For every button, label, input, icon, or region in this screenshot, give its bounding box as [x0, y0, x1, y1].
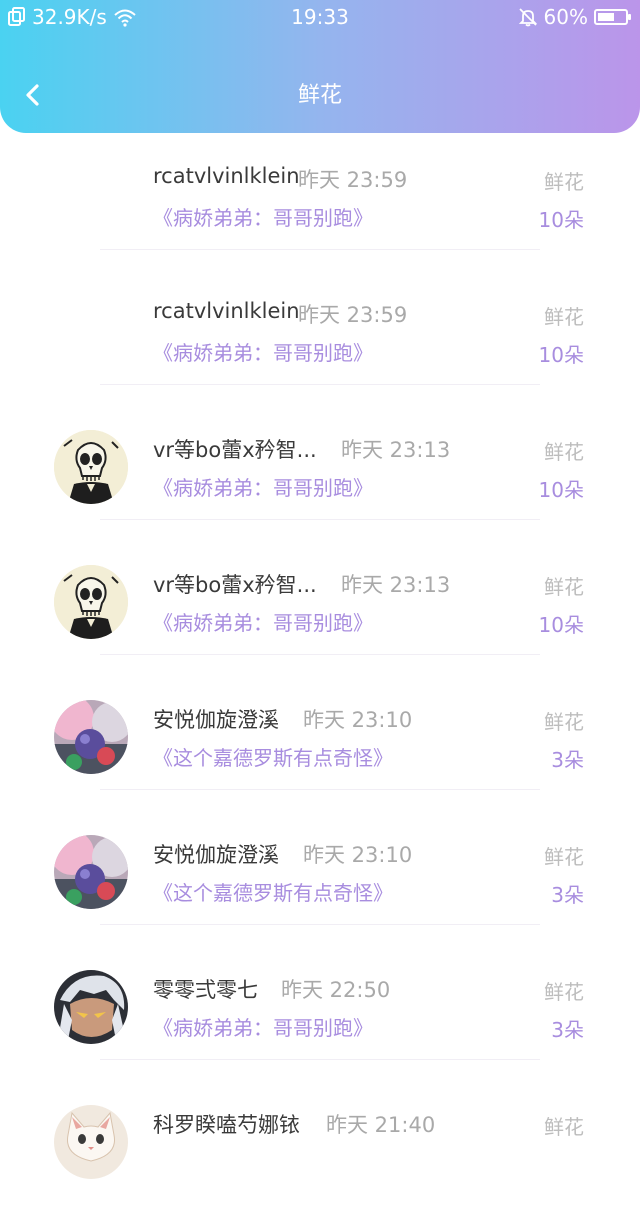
divider — [100, 654, 540, 655]
record-time: 昨天 21:40 — [326, 1113, 436, 1137]
record-item[interactable]: vr等bo蕾x矜智... 昨天 23:13 鲜花 《病娇弟弟：哥哥别跑》 10朵 — [0, 555, 640, 690]
flower-count: 10朵 — [538, 208, 584, 232]
divider — [100, 1059, 540, 1060]
gift-type: 鲜花 — [544, 305, 584, 329]
flower-record-list: rcatvlvinlklein 昨天 23:59 鲜花 《病娇弟弟：哥哥别跑》 … — [0, 150, 640, 1230]
orb-avatar-icon — [54, 835, 128, 909]
record-time: 昨天 23:59 — [298, 303, 408, 327]
book-title[interactable]: 《这个嘉德罗斯有点奇怪》 — [153, 742, 393, 771]
avatar[interactable] — [54, 565, 128, 639]
record-time: 昨天 22:50 — [281, 978, 391, 1002]
page-title: 鲜花 — [297, 83, 342, 108]
record-item[interactable]: 安悦伽旋澄溪 昨天 23:10 鲜花 《这个嘉德罗斯有点奇怪》 3朵 — [0, 690, 640, 825]
header: 32.9K/s 19:33 60% 鲜花 — [0, 0, 640, 133]
book-title[interactable]: 《病娇弟弟：哥哥别跑》 — [153, 607, 373, 636]
record-item[interactable]: 科罗睽嗑芍娜铱 昨天 21:40 鲜花 — [0, 1095, 640, 1230]
book-title[interactable]: 《病娇弟弟：哥哥别跑》 — [153, 1012, 373, 1041]
status-right: 60% — [518, 5, 631, 29]
avatar[interactable] — [54, 835, 128, 909]
record-item[interactable]: rcatvlvinlklein 昨天 23:59 鲜花 《病娇弟弟：哥哥别跑》 … — [0, 150, 640, 285]
record-time: 昨天 23:13 — [341, 438, 451, 462]
skull-avatar-icon — [54, 565, 128, 639]
record-item[interactable]: rcatvlvinlklein 昨天 23:59 鲜花 《病娇弟弟：哥哥别跑》 … — [0, 285, 640, 420]
gift-type: 鲜花 — [544, 845, 584, 869]
battery-icon — [594, 9, 631, 25]
book-title[interactable]: 《病娇弟弟：哥哥别跑》 — [153, 337, 373, 366]
avatar[interactable] — [54, 700, 128, 774]
book-title[interactable]: 《这个嘉德罗斯有点奇怪》 — [153, 877, 393, 906]
orb-avatar-icon — [54, 700, 128, 774]
record-time: 昨天 23:10 — [303, 708, 413, 732]
anime-avatar-icon — [54, 970, 128, 1044]
divider — [100, 384, 540, 385]
book-title[interactable]: 《病娇弟弟：哥哥别跑》 — [153, 202, 373, 231]
avatar[interactable] — [54, 430, 128, 504]
divider — [100, 924, 540, 925]
divider — [100, 519, 540, 520]
user-name: rcatvlvinlklein — [153, 164, 300, 188]
skull-avatar-icon — [54, 430, 128, 504]
flower-count: 3朵 — [551, 748, 584, 772]
cat-avatar-icon — [54, 1105, 128, 1179]
mute-bell-icon — [518, 7, 538, 27]
gift-type: 鲜花 — [544, 710, 584, 734]
user-name: vr等bo蕾x矜智... — [153, 573, 317, 597]
book-title[interactable]: 《病娇弟弟：哥哥别跑》 — [153, 472, 373, 501]
gift-type: 鲜花 — [544, 440, 584, 464]
user-name: vr等bo蕾x矜智... — [153, 438, 317, 462]
gift-type: 鲜花 — [544, 575, 584, 599]
gift-type: 鲜花 — [544, 1115, 584, 1139]
flower-count: 3朵 — [551, 883, 584, 907]
record-item[interactable]: 安悦伽旋澄溪 昨天 23:10 鲜花 《这个嘉德罗斯有点奇怪》 3朵 — [0, 825, 640, 960]
user-name: rcatvlvinlklein — [153, 299, 300, 323]
record-time: 昨天 23:59 — [298, 168, 408, 192]
gift-type: 鲜花 — [544, 170, 584, 194]
battery-percent: 60% — [543, 5, 588, 29]
flower-count: 3朵 — [551, 1018, 584, 1042]
user-name: 零零弍零七 — [153, 978, 258, 1002]
avatar[interactable] — [54, 1105, 128, 1179]
user-name: 安悦伽旋澄溪 — [153, 708, 279, 732]
flower-count: 10朵 — [538, 343, 584, 367]
user-name: 安悦伽旋澄溪 — [153, 843, 279, 867]
status-bar: 32.9K/s 19:33 60% — [0, 0, 640, 34]
nav-bar: 鲜花 — [0, 60, 640, 132]
record-time: 昨天 23:13 — [341, 573, 451, 597]
divider — [100, 789, 540, 790]
divider — [100, 249, 540, 250]
flower-count: 10朵 — [538, 613, 584, 637]
avatar[interactable] — [54, 970, 128, 1044]
gift-type: 鲜花 — [544, 980, 584, 1004]
flower-count: 10朵 — [538, 478, 584, 502]
user-name: 科罗睽嗑芍娜铱 — [153, 1113, 300, 1137]
record-time: 昨天 23:10 — [303, 843, 413, 867]
record-item[interactable]: 零零弍零七 昨天 22:50 鲜花 《病娇弟弟：哥哥别跑》 3朵 — [0, 960, 640, 1095]
record-item[interactable]: vr等bo蕾x矜智... 昨天 23:13 鲜花 《病娇弟弟：哥哥别跑》 10朵 — [0, 420, 640, 555]
battery-level — [598, 13, 614, 21]
